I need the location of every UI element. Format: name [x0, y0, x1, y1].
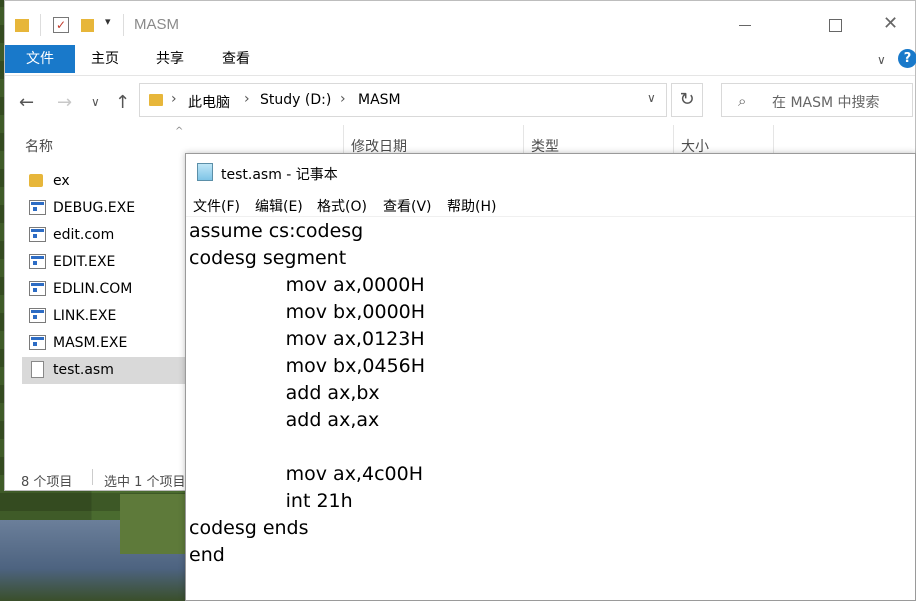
status-bar: 8 个项目 选中 1 个项目	[5, 463, 195, 490]
list-item[interactable]: MASM.EXE	[22, 330, 187, 357]
text-editor-area[interactable]: assume cs:codesg codesg segment mov ax,0…	[186, 216, 915, 600]
notepad-title-bar[interactable]: test.asm - 记事本	[186, 154, 915, 191]
file-name: EDLIN.COM	[53, 281, 133, 297]
file-name: test.asm	[53, 362, 114, 378]
recent-locations-chevron-icon[interactable]: ∨	[91, 95, 100, 109]
list-item[interactable]: ex	[22, 168, 187, 195]
new-folder-icon[interactable]	[81, 19, 94, 32]
text-file-icon	[31, 361, 44, 378]
close-icon: ✕	[883, 13, 899, 34]
exe-icon	[29, 335, 46, 350]
navigation-bar: ← → ∨ ↑ › 此电脑 › Study (D:) › MASM ∨ ↻ ⌕ …	[5, 81, 915, 123]
exe-icon	[29, 227, 46, 242]
file-name: ex	[53, 173, 70, 189]
list-item[interactable]: EDIT.EXE	[22, 249, 187, 276]
file-name: EDIT.EXE	[53, 254, 116, 270]
file-name: LINK.EXE	[53, 308, 117, 324]
breadcrumb-separator-icon[interactable]: ›	[171, 91, 177, 107]
breadcrumb-this-pc[interactable]: 此电脑	[188, 92, 230, 112]
menu-edit[interactable]: 编辑(E)	[255, 196, 303, 216]
properties-icon[interactable]: ✓	[53, 17, 69, 33]
menu-help[interactable]: 帮助(H)	[447, 196, 496, 216]
search-input[interactable]: ⌕ 在 MASM 中搜索	[721, 83, 913, 117]
notepad-menu-bar: 文件(F) 编辑(E) 格式(O) 查看(V) 帮助(H)	[186, 192, 915, 217]
folder-icon	[15, 19, 29, 32]
exe-icon	[29, 200, 46, 215]
tab-file[interactable]: 文件	[5, 45, 75, 73]
refresh-button[interactable]: ↻	[671, 83, 703, 117]
item-count: 8 个项目	[21, 475, 73, 490]
list-item[interactable]: DEBUG.EXE	[22, 195, 187, 222]
column-name[interactable]: 名称	[25, 136, 53, 156]
breadcrumb-separator-icon[interactable]: ›	[244, 91, 250, 107]
toolbar-divider	[123, 14, 124, 36]
sort-ascending-icon: ^	[175, 126, 184, 137]
file-name: DEBUG.EXE	[53, 200, 136, 216]
file-name: edit.com	[53, 227, 115, 243]
window-title: MASM	[134, 16, 179, 33]
explorer-title-bar[interactable]: ✓ ▾ MASM ✕	[5, 1, 915, 45]
minimize-icon	[739, 25, 751, 26]
forward-arrow-icon[interactable]: →	[57, 92, 72, 113]
search-placeholder: 在 MASM 中搜索	[772, 95, 880, 111]
menu-file[interactable]: 文件(F)	[193, 196, 240, 216]
notepad-window[interactable]: test.asm - 记事本 文件(F) 编辑(E) 格式(O) 查看(V) 帮…	[185, 153, 916, 601]
folder-icon	[149, 94, 163, 106]
breadcrumb-drive[interactable]: Study (D:)	[260, 92, 331, 108]
exe-icon	[29, 308, 46, 323]
ribbon-tabs: 文件 主页 共享 查看 ∨ ?	[5, 45, 916, 76]
breadcrumb-separator-icon[interactable]: ›	[340, 91, 346, 107]
tab-view[interactable]: 查看	[205, 45, 267, 73]
file-name: MASM.EXE	[53, 335, 128, 351]
refresh-icon: ↻	[679, 89, 695, 110]
list-item-selected[interactable]: test.asm	[22, 357, 187, 384]
search-icon: ⌕	[738, 92, 747, 110]
folder-icon	[29, 174, 43, 187]
up-arrow-icon[interactable]: ↑	[115, 92, 130, 113]
exe-icon	[29, 281, 46, 296]
list-item[interactable]: EDLIN.COM	[22, 276, 187, 303]
minimize-button[interactable]	[722, 11, 768, 41]
selected-count: 选中 1 个项目	[104, 475, 186, 490]
close-button[interactable]: ✕	[869, 11, 915, 41]
breadcrumb-folder[interactable]: MASM	[358, 92, 401, 108]
notepad-title: test.asm - 记事本	[221, 167, 338, 183]
menu-format[interactable]: 格式(O)	[317, 196, 367, 216]
tab-home[interactable]: 主页	[74, 45, 136, 73]
menu-view[interactable]: 查看(V)	[383, 196, 432, 216]
file-list: ex DEBUG.EXE edit.com EDIT.EXE EDLIN.COM…	[22, 168, 187, 384]
address-dropdown-chevron-icon[interactable]: ∨	[647, 91, 656, 105]
notepad-icon	[197, 163, 213, 181]
maximize-button[interactable]	[812, 11, 858, 41]
address-bar[interactable]: › 此电脑 › Study (D:) › MASM ∨	[139, 83, 667, 117]
status-divider	[92, 469, 93, 485]
toolbar-divider	[40, 14, 41, 36]
desktop-wallpaper-rock	[120, 494, 186, 554]
customize-toolbar-icon[interactable]: ▾	[105, 15, 111, 28]
list-item[interactable]: edit.com	[22, 222, 187, 249]
maximize-icon	[829, 19, 842, 32]
back-arrow-icon[interactable]: ←	[19, 92, 34, 113]
tab-share[interactable]: 共享	[139, 45, 201, 73]
exe-icon	[29, 254, 46, 269]
expand-ribbon-icon[interactable]: ∨	[877, 53, 886, 67]
list-item[interactable]: LINK.EXE	[22, 303, 187, 330]
help-icon[interactable]: ?	[898, 49, 916, 68]
